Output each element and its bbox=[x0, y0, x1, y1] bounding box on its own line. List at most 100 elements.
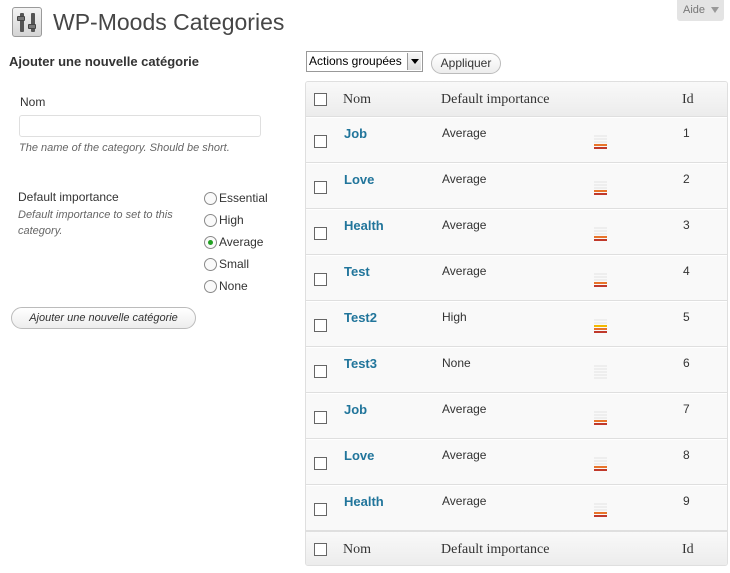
table-row: Test Average 4 bbox=[306, 255, 727, 301]
category-name-link[interactable]: Love bbox=[344, 448, 374, 463]
importance-bar bbox=[594, 371, 607, 373]
radio-button[interactable] bbox=[204, 235, 217, 249]
importance-bar bbox=[594, 193, 607, 195]
importance-value: High bbox=[442, 310, 467, 324]
table-row: Job Average 1 bbox=[306, 117, 727, 163]
importance-bar bbox=[594, 423, 607, 425]
importance-bars-icon bbox=[594, 503, 607, 518]
name-label: Nom bbox=[20, 95, 46, 109]
radio-button[interactable] bbox=[204, 279, 217, 293]
radio-button[interactable] bbox=[204, 213, 217, 227]
categories-table: Nom Default importance Id Job Average 1 Lov… bbox=[305, 81, 728, 566]
importance-value: Average bbox=[442, 126, 487, 140]
help-tab[interactable]: Aide bbox=[677, 0, 724, 21]
row-checkbox[interactable] bbox=[314, 411, 327, 424]
bulk-actions-select[interactable]: Actions groupées bbox=[306, 51, 423, 72]
category-id: 5 bbox=[683, 310, 690, 324]
importance-bar bbox=[594, 144, 607, 146]
importance-bar bbox=[594, 460, 607, 462]
category-name-link[interactable]: Health bbox=[344, 494, 384, 509]
table-footer: Nom Default importance Id bbox=[306, 531, 727, 565]
importance-value: Average bbox=[442, 448, 487, 462]
importance-bars-icon bbox=[594, 457, 607, 472]
importance-bar bbox=[594, 411, 607, 413]
importance-bar bbox=[594, 414, 607, 416]
row-checkbox[interactable] bbox=[314, 227, 327, 240]
row-checkbox[interactable] bbox=[314, 503, 327, 516]
bulk-actions-value: Actions groupées bbox=[309, 54, 402, 68]
column-header-name[interactable]: Nom bbox=[343, 82, 371, 117]
category-name-link[interactable]: Job bbox=[344, 402, 367, 417]
importance-value: None bbox=[442, 356, 471, 370]
radio-option-none[interactable]: None bbox=[204, 278, 248, 294]
table-row: Job Average 7 bbox=[306, 393, 727, 439]
category-name-link[interactable]: Test3 bbox=[344, 356, 377, 371]
importance-bar bbox=[594, 239, 607, 241]
importance-bar bbox=[594, 463, 607, 465]
importance-hint: Default importance to set to this catego… bbox=[18, 209, 173, 237]
column-footer-importance: Default importance bbox=[441, 542, 550, 557]
category-name-link[interactable]: Test2 bbox=[344, 310, 377, 325]
importance-bar bbox=[594, 466, 607, 468]
row-checkbox[interactable] bbox=[314, 319, 327, 332]
add-category-title: Ajouter une nouvelle catégorie bbox=[9, 54, 199, 69]
column-footer-name[interactable]: Nom bbox=[343, 532, 371, 565]
importance-bars-icon bbox=[594, 319, 607, 334]
importance-bar bbox=[594, 503, 607, 505]
apply-button[interactable]: Appliquer bbox=[431, 53, 501, 74]
importance-bar bbox=[594, 147, 607, 149]
importance-bar bbox=[594, 420, 607, 422]
row-checkbox[interactable] bbox=[314, 365, 327, 378]
row-checkbox[interactable] bbox=[314, 457, 327, 470]
importance-label: Default importance bbox=[18, 190, 119, 204]
table-row: Test2 High 5 bbox=[306, 301, 727, 347]
row-checkbox[interactable] bbox=[314, 135, 327, 148]
category-name-input[interactable] bbox=[19, 115, 261, 137]
importance-bar bbox=[594, 276, 607, 278]
radio-button[interactable] bbox=[204, 191, 217, 205]
importance-bar bbox=[594, 512, 607, 514]
importance-bar bbox=[594, 469, 607, 471]
importance-bar bbox=[594, 515, 607, 517]
radio-option-small[interactable]: Small bbox=[204, 256, 249, 272]
select-all-checkbox[interactable] bbox=[314, 93, 327, 106]
importance-bars-icon bbox=[594, 365, 607, 380]
column-footer-id[interactable]: Id bbox=[682, 532, 694, 565]
radio-option-high[interactable]: High bbox=[204, 212, 244, 228]
importance-bar bbox=[594, 374, 607, 376]
importance-bar bbox=[594, 190, 607, 192]
select-all-checkbox-footer[interactable] bbox=[314, 543, 327, 556]
importance-bar bbox=[594, 509, 607, 511]
importance-bar bbox=[594, 138, 607, 140]
radio-button[interactable] bbox=[204, 257, 217, 271]
help-tab-label: Aide bbox=[683, 4, 706, 16]
add-category-button[interactable]: Ajouter une nouvelle catégorie bbox=[11, 307, 196, 329]
category-name-link[interactable]: Test bbox=[344, 264, 370, 279]
importance-bar bbox=[594, 365, 607, 367]
row-checkbox[interactable] bbox=[314, 273, 327, 286]
radio-option-average[interactable]: Average bbox=[204, 234, 263, 250]
category-id: 7 bbox=[683, 402, 690, 416]
importance-bar bbox=[594, 457, 607, 459]
dropdown-arrow-icon[interactable] bbox=[407, 53, 421, 70]
radio-option-essential[interactable]: Essential bbox=[204, 190, 268, 206]
category-id: 9 bbox=[683, 494, 690, 508]
importance-bar bbox=[594, 184, 607, 186]
category-id: 2 bbox=[683, 172, 690, 186]
importance-bar bbox=[594, 230, 607, 232]
chevron-down-icon bbox=[711, 7, 719, 13]
importance-value: Average bbox=[442, 218, 487, 232]
category-name-link[interactable]: Love bbox=[344, 172, 374, 187]
importance-value: Average bbox=[442, 172, 487, 186]
column-header-id[interactable]: Id bbox=[682, 82, 694, 117]
category-name-link[interactable]: Health bbox=[344, 218, 384, 233]
category-name-link[interactable]: Job bbox=[344, 126, 367, 141]
table-row: Health Average 9 bbox=[306, 485, 727, 531]
radio-label: None bbox=[219, 279, 248, 293]
importance-bar bbox=[594, 181, 607, 183]
category-id: 4 bbox=[683, 264, 690, 278]
category-id: 1 bbox=[683, 126, 690, 140]
radio-label: Small bbox=[219, 257, 250, 271]
row-checkbox[interactable] bbox=[314, 181, 327, 194]
radio-label: High bbox=[219, 213, 244, 227]
